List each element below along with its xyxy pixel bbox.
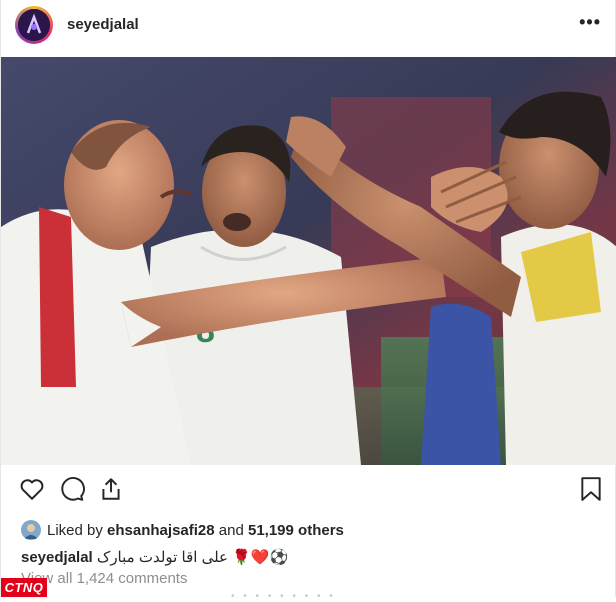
liker-username[interactable]: ehsanhajsafi28 (107, 522, 215, 539)
likes-row: Liked by ehsanhajsafi28 and 51,199 other… (21, 518, 601, 544)
caption-username[interactable]: seyedjalal (21, 549, 93, 566)
avatar-image (18, 9, 50, 41)
profile-avatar[interactable] (15, 6, 53, 44)
caption-text: علی اقا تولدت مبارک 🌹❤️⚽ (96, 549, 289, 566)
heart-icon[interactable] (19, 476, 45, 502)
watermark-logo: CTNQ (1, 578, 47, 597)
post-caption: seyedjalal علی اقا تولدت مبارک 🌹❤️⚽ (21, 548, 288, 566)
likes-summary: Liked by ehsanhajsafi28 and 51,199 other… (47, 522, 344, 539)
post-header: seyedjalal ••• (1, 0, 616, 56)
post-username[interactable]: seyedjalal (67, 16, 139, 33)
bookmark-icon[interactable] (579, 476, 603, 502)
comment-icon[interactable] (59, 476, 85, 502)
share-icon[interactable] (98, 476, 124, 502)
post-photo[interactable]: 8 (1, 57, 616, 465)
likes-prefix: Liked by (47, 522, 103, 539)
instagram-post: seyedjalal ••• Liked by ehsanhajsafi28 a… (0, 0, 616, 602)
likes-and: and (218, 522, 244, 539)
liker-avatar[interactable] (21, 520, 41, 540)
likes-others[interactable]: 51,199 others (248, 522, 344, 539)
action-bar (1, 476, 616, 516)
more-options-icon[interactable]: ••• (579, 12, 601, 33)
